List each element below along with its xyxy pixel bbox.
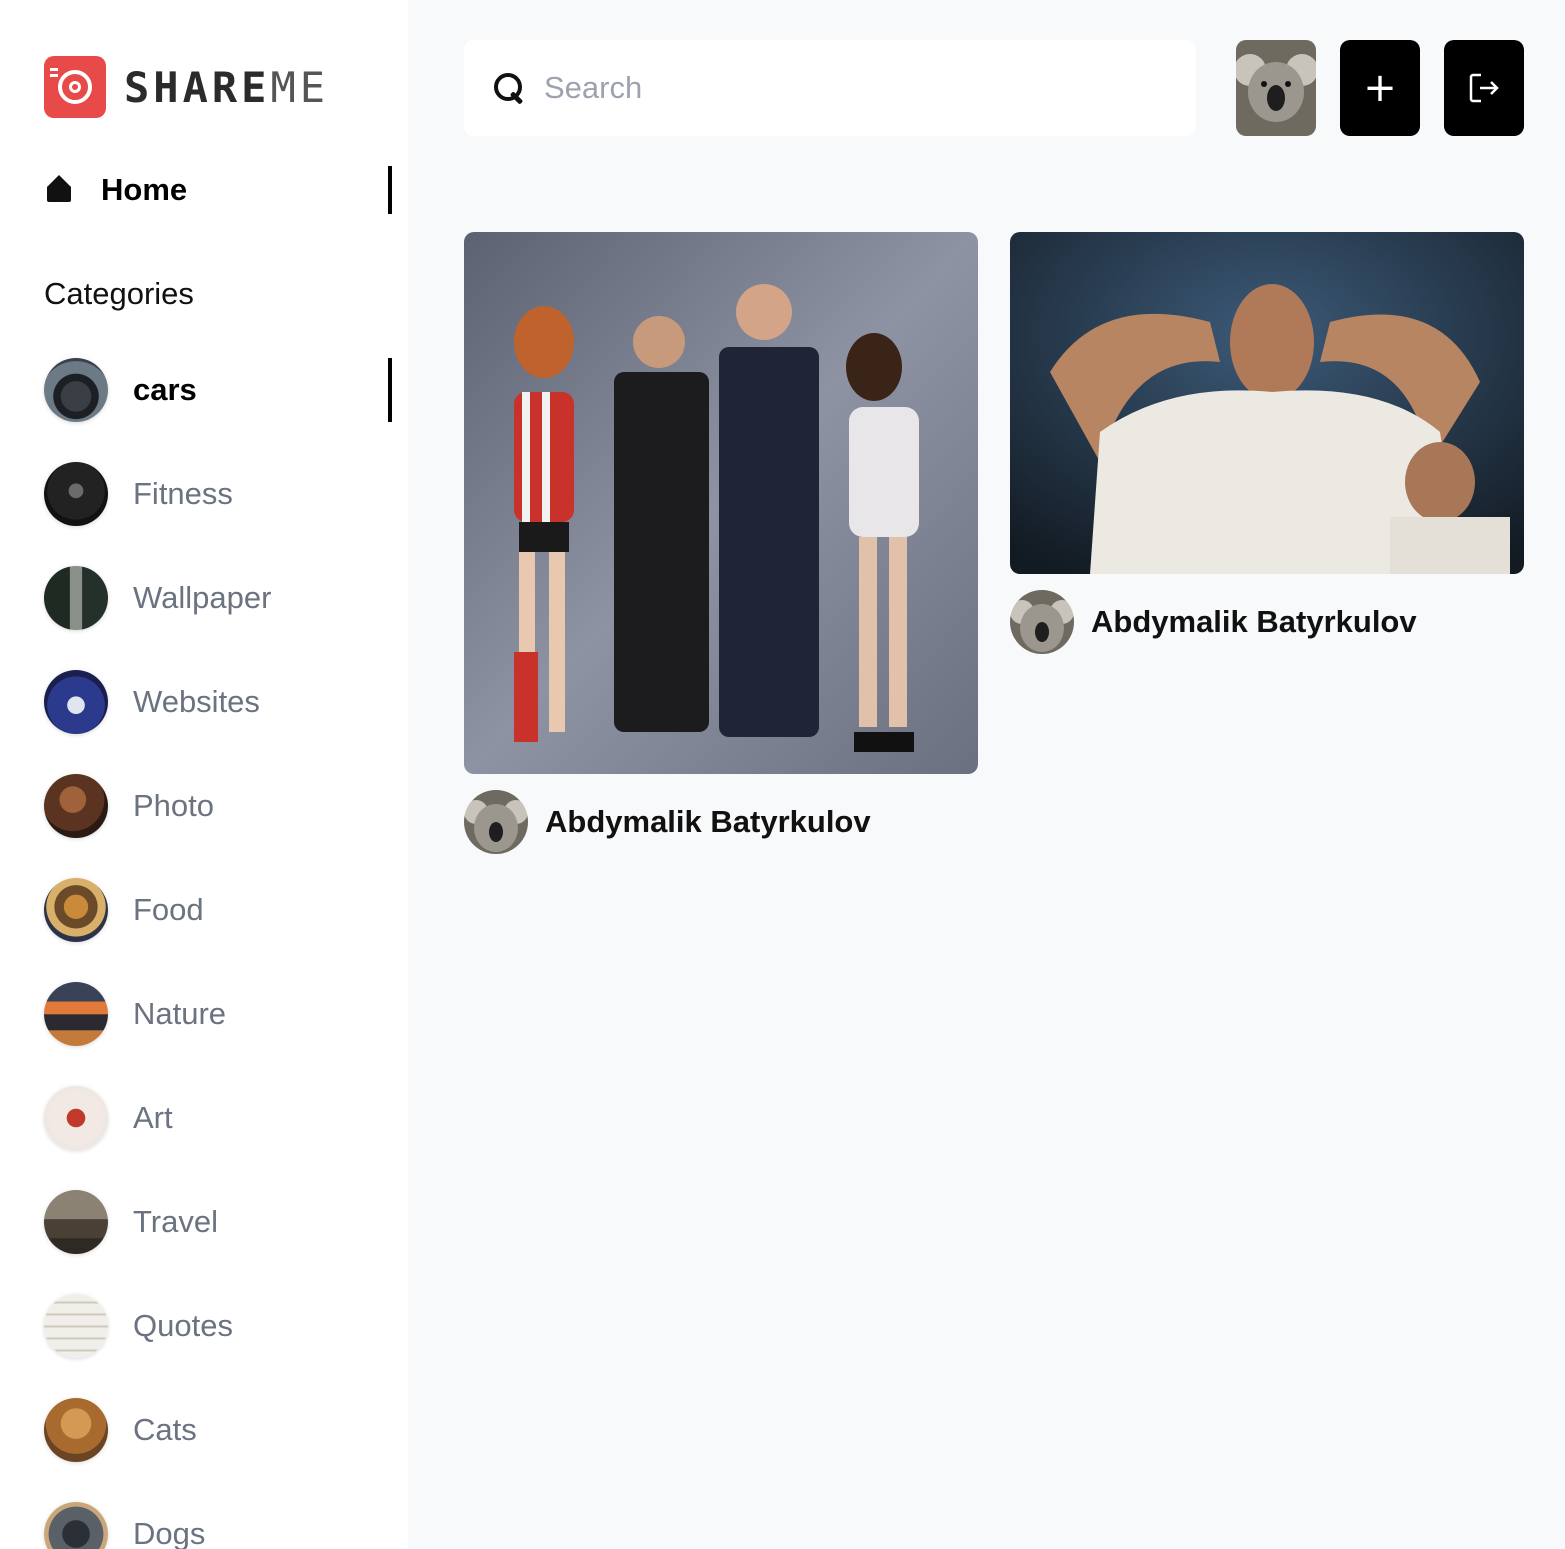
- category-list: cars Fitness Wallpaper Websites Photo Fo…: [44, 358, 392, 1549]
- category-thumbnail: [44, 1398, 108, 1462]
- pin-photo: [1010, 232, 1524, 574]
- sidebar-item-travel[interactable]: Travel: [44, 1190, 392, 1254]
- sidebar-item-label: Food: [133, 892, 204, 927]
- koala-avatar-image: [1236, 40, 1316, 136]
- sidebar-item-label: Dogs: [133, 1516, 206, 1549]
- category-thumbnail: [44, 878, 108, 942]
- sidebar-item-photo[interactable]: Photo: [44, 774, 392, 838]
- sidebar-item-food[interactable]: Food: [44, 878, 392, 942]
- logout-icon: [1469, 73, 1499, 103]
- sidebar-item-nature[interactable]: Nature: [44, 982, 392, 1046]
- author-name: Abdymalik Batyrkulov: [1091, 604, 1417, 639]
- sidebar-item-quotes[interactable]: Quotes: [44, 1294, 392, 1358]
- author-avatar: [464, 790, 528, 854]
- pin-author[interactable]: Abdymalik Batyrkulov: [1010, 590, 1524, 654]
- category-thumbnail: [44, 670, 108, 734]
- author-avatar: [1010, 590, 1074, 654]
- category-thumbnail: [44, 1294, 108, 1358]
- pin-image[interactable]: [464, 232, 978, 774]
- category-thumbnail: [44, 1190, 108, 1254]
- sidebar: SHAREME Home Categories cars Fitness Wal…: [0, 0, 408, 1549]
- logo[interactable]: SHAREME: [44, 56, 329, 118]
- pin-image[interactable]: [1010, 232, 1524, 574]
- sidebar-item-label: Travel: [133, 1204, 218, 1239]
- sidebar-item-label: Fitness: [133, 476, 233, 511]
- sidebar-item-label: Photo: [133, 788, 215, 823]
- sidebar-item-label: cars: [133, 372, 197, 407]
- active-indicator: [388, 358, 392, 422]
- category-thumbnail: [44, 566, 108, 630]
- pin-photo: [464, 232, 978, 774]
- sidebar-item-label: Quotes: [133, 1308, 233, 1343]
- sidebar-item-cars[interactable]: cars: [44, 358, 392, 422]
- author-name: Abdymalik Batyrkulov: [545, 804, 871, 839]
- sidebar-item-label: Wallpaper: [133, 580, 272, 615]
- categories-heading: Categories: [44, 276, 194, 311]
- search-bar[interactable]: [464, 40, 1196, 136]
- pin-card[interactable]: Abdymalik Batyrkulov: [464, 232, 978, 854]
- logo-text: SHAREME: [124, 62, 330, 112]
- category-thumbnail: [44, 982, 108, 1046]
- sidebar-item-dogs[interactable]: Dogs: [44, 1502, 392, 1549]
- category-thumbnail: [44, 1502, 108, 1549]
- category-thumbnail: [44, 1086, 108, 1150]
- search-icon: [492, 71, 526, 105]
- sidebar-item-label: Cats: [133, 1412, 197, 1447]
- category-thumbnail: [44, 774, 108, 838]
- add-pin-button[interactable]: +: [1340, 40, 1420, 136]
- sidebar-item-label: Art: [133, 1100, 173, 1135]
- plus-icon: +: [1363, 65, 1397, 111]
- sidebar-item-websites[interactable]: Websites: [44, 670, 392, 734]
- sidebar-item-cats[interactable]: Cats: [44, 1398, 392, 1462]
- sidebar-item-label: Nature: [133, 996, 227, 1031]
- camera-icon: [44, 56, 106, 118]
- home-icon: [44, 175, 74, 205]
- sidebar-item-wallpaper[interactable]: Wallpaper: [44, 566, 392, 630]
- search-input[interactable]: [544, 70, 1144, 106]
- logout-button[interactable]: [1444, 40, 1524, 136]
- pin-author[interactable]: Abdymalik Batyrkulov: [464, 790, 978, 854]
- active-indicator: [388, 166, 392, 214]
- sidebar-item-art[interactable]: Art: [44, 1086, 392, 1150]
- user-avatar[interactable]: [1236, 40, 1316, 136]
- category-thumbnail: [44, 358, 108, 422]
- sidebar-item-fitness[interactable]: Fitness: [44, 462, 392, 526]
- sidebar-item-home[interactable]: Home: [44, 166, 392, 214]
- sidebar-item-label: Home: [101, 172, 188, 207]
- sidebar-item-label: Websites: [133, 684, 260, 719]
- pin-card[interactable]: Abdymalik Batyrkulov: [1010, 232, 1524, 654]
- category-thumbnail: [44, 462, 108, 526]
